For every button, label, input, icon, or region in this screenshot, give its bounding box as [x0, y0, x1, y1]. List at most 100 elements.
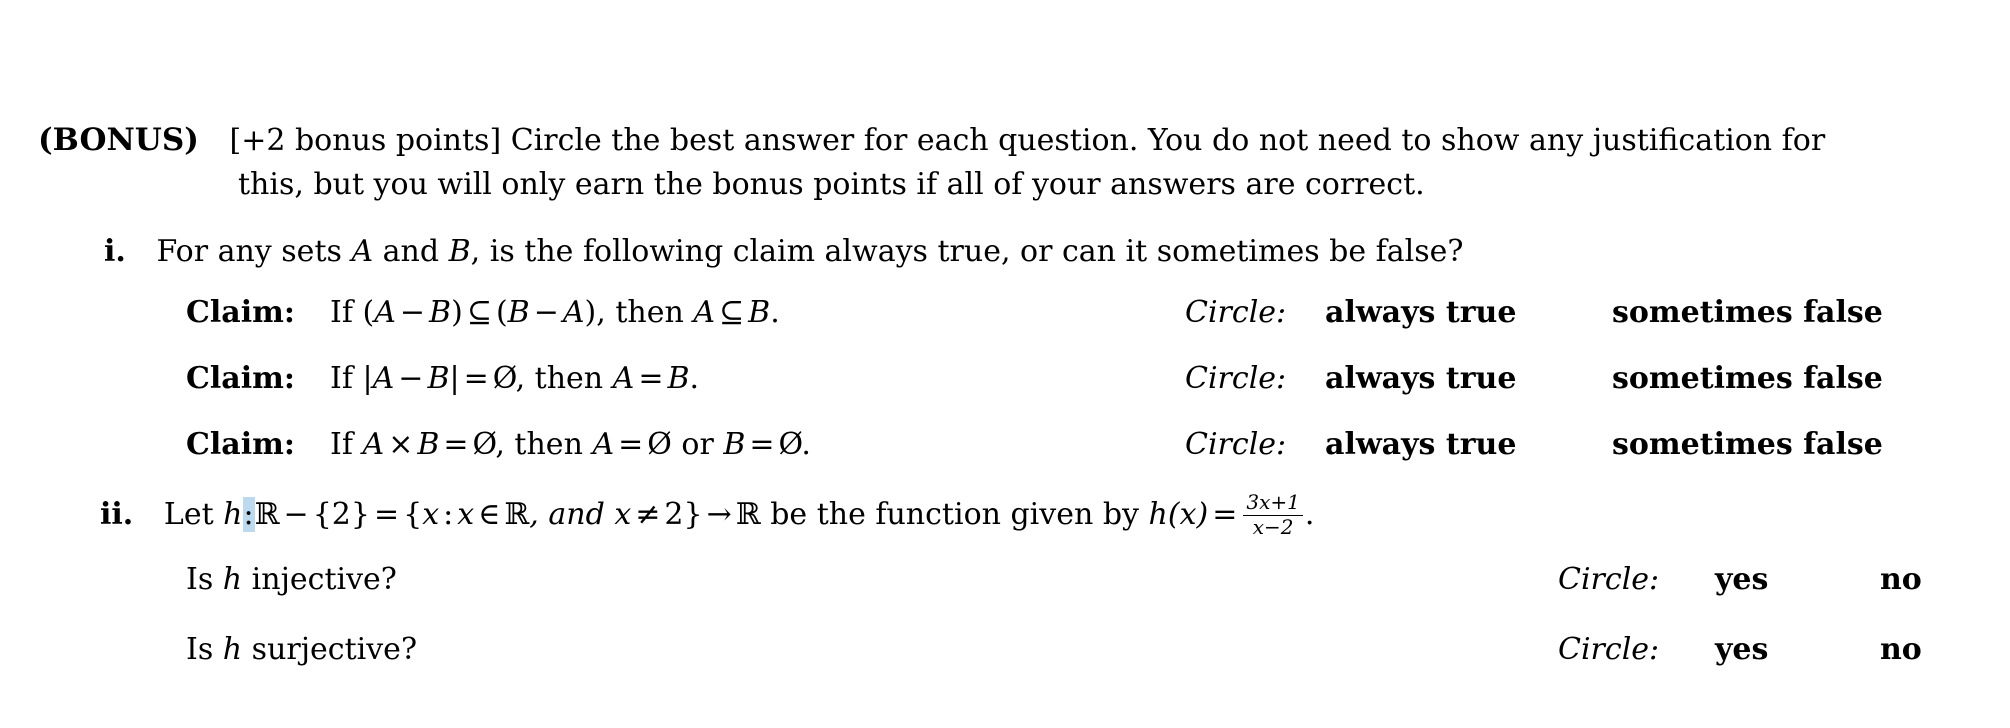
answer-option-yes[interactable]: yes [1715, 558, 1768, 602]
item-ii-arrow: → [706, 497, 732, 532]
claim-1-b3: B [748, 295, 771, 330]
item-ii-element-of: ∈ [478, 497, 501, 532]
question-2-var-h: h [222, 632, 243, 667]
list-item-i-number: i. [104, 234, 126, 269]
question-1-suffix: injective? [251, 562, 397, 597]
bonus-paragraph: (BONUS) [+2 bonus points] Circle the bes… [38, 118, 1978, 207]
item-ii-tail-text: be the function given by [770, 497, 1139, 532]
claim-2-period: . [689, 361, 700, 396]
bonus-text-line-2: this, but you will only earn the bonus p… [238, 167, 1425, 202]
answer-option-sometimes-false[interactable]: sometimes false [1612, 291, 1883, 335]
item-i-text-after: , is the following claim always true, or… [470, 234, 1464, 269]
claim-3-equals-1: = [443, 427, 469, 462]
list-item-ii: ii. Let h:ℝ − {2} = {x: x ∈ ℝ, and x ≠ 2} → ℝ be th… [100, 491, 1314, 539]
circle-label: Circle: [1558, 562, 1660, 597]
claim-label: Claim: [186, 361, 295, 396]
claim-2-bar-2: | [449, 361, 460, 396]
claim-2-equals-1: = [463, 361, 489, 396]
answer-option-sometimes-false[interactable]: sometimes false [1612, 357, 1883, 401]
claim-3-equals-3: = [749, 427, 775, 462]
claim-1-open-paren-1: ( [362, 295, 375, 330]
claim-1-a2: A [562, 295, 585, 330]
item-ii-comma-and: , and [529, 497, 605, 532]
bonus-paragraph-line-2: this, but you will only earn the bonus p… [238, 163, 1978, 207]
item-ii-reals-3: ℝ [735, 497, 761, 532]
item-ii-x-3: x [614, 497, 632, 532]
fraction-denominator: x−2 [1252, 514, 1294, 539]
circle-label: Circle: [1185, 427, 1287, 462]
claim-1-period: . [770, 295, 780, 330]
item-ii-reals-1: ℝ [254, 497, 280, 532]
claim-3-or: or [681, 427, 714, 462]
item-ii-h-of-x: h(x) [1148, 497, 1209, 532]
claim-3-a2: A [592, 427, 615, 462]
claim-3-equals-2: = [618, 427, 644, 462]
circle-label: Circle: [1558, 632, 1660, 667]
claim-2-then: , then [515, 361, 604, 396]
claim-2-equals-2: = [638, 361, 664, 396]
question-2-prefix: Is [186, 632, 214, 667]
claim-2-emptyset-1: Ø [492, 361, 516, 396]
item-ii-colon-highlighted: : [242, 497, 255, 532]
claim-statement: If A × B = Ø, then A = Ø or B = Ø. [330, 423, 811, 467]
claim-3-emptyset-2: Ø [647, 427, 672, 462]
answer-option-sometimes-false[interactable]: sometimes false [1612, 423, 1883, 467]
question-1-prefix: Is [186, 562, 214, 597]
claim-label: Claim: [186, 427, 295, 462]
circle-label: Circle: [1185, 361, 1287, 396]
item-ii-reals-2: ℝ [504, 497, 530, 532]
claim-3-times: × [388, 427, 414, 462]
item-ii-not-equal: ≠ [635, 497, 661, 532]
item-ii-fraction: 3x+1 x−2 [1243, 491, 1303, 539]
item-ii-equals: = [373, 497, 400, 532]
claim-2-a2: A [612, 361, 635, 396]
answer-option-always-true[interactable]: always true [1325, 357, 1516, 401]
claim-2-minus-1: − [398, 361, 424, 396]
claim-3-b1: B [417, 427, 440, 462]
item-ii-excluded-set: {2} [312, 497, 370, 532]
question-1-var-h: h [222, 562, 243, 597]
claim-2-b2: B [667, 361, 690, 396]
question-text: Is h injective? [186, 558, 397, 602]
item-ii-x-1: x [422, 497, 440, 532]
claim-2-bar-1: | [362, 361, 373, 396]
answer-option-no[interactable]: no [1880, 558, 1922, 602]
claim-1-then: , then [596, 295, 684, 330]
claim-2-if: If [330, 361, 353, 396]
document-page: (BONUS) [+2 bonus points] Circle the bes… [0, 0, 2010, 728]
item-ii-equals-2: = [1212, 497, 1238, 532]
claim-3-a1: A [362, 427, 385, 462]
item-ii-two: 2 [664, 497, 684, 532]
claim-3-then: , then [495, 427, 583, 462]
claim-1-b1: B [429, 295, 452, 330]
answer-option-no[interactable]: no [1880, 628, 1922, 672]
claim-3-emptyset-1: Ø [472, 427, 496, 462]
claim-1-close-paren-2: ) [584, 295, 597, 330]
circle-label: Circle: [1185, 295, 1287, 330]
answer-option-always-true[interactable]: always true [1325, 423, 1516, 467]
answer-option-yes[interactable]: yes [1715, 628, 1768, 672]
item-ii-x-2: x [457, 497, 475, 532]
question-text: Is h surjective? [186, 628, 417, 672]
item-i-text-between: and [382, 234, 440, 269]
claim-1-minus-2: − [533, 295, 559, 330]
bonus-text-line-1: [+2 bonus points] Circle the best answer… [229, 123, 1826, 158]
bonus-tag: (BONUS) [38, 122, 199, 158]
claim-label: Claim: [186, 295, 295, 330]
item-ii-set-builder-colon: : [443, 497, 454, 532]
item-ii-let: Let [163, 497, 214, 532]
item-i-var-a: A [351, 234, 374, 269]
claim-statement: If |A − B| = Ø, then A = B. [330, 357, 699, 401]
claim-1-b2: B [507, 295, 530, 330]
answer-option-always-true[interactable]: always true [1325, 291, 1516, 335]
list-item-ii-number: ii. [100, 497, 134, 532]
question-2-suffix: surjective? [251, 632, 418, 667]
fraction-numerator: 3x+1 [1243, 491, 1303, 516]
claim-1-close-paren-1: ) [451, 295, 463, 330]
claim-1-if: If [330, 295, 353, 330]
claim-1-open-paren-2: ( [495, 295, 508, 330]
item-ii-minus: − [283, 497, 309, 532]
bonus-paragraph-line-1: (BONUS) [+2 bonus points] Circle the bes… [38, 118, 1978, 163]
item-ii-brace-close: } [683, 497, 703, 532]
item-i-var-b: B [448, 234, 471, 269]
